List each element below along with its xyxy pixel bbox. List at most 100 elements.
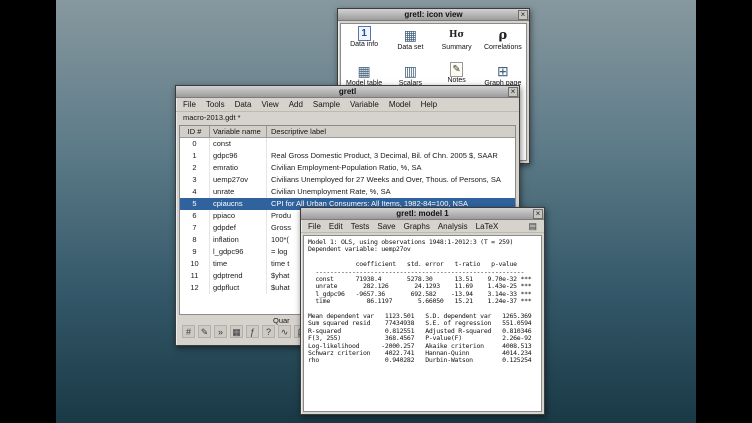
cell-name: gdptrend <box>210 270 267 282</box>
toolbar-help-icon[interactable]: ? <box>262 325 275 338</box>
model-window-title: gretl: model 1 <box>396 208 448 219</box>
menu-data[interactable]: Data <box>235 100 252 109</box>
menu-variable[interactable]: Variable <box>350 100 379 109</box>
model-menu-tests[interactable]: Tests <box>351 222 370 231</box>
screen: gretl: icon view × 1 Data info ▦ Data se… <box>0 0 752 423</box>
icon-item-data-set[interactable]: ▦ Data set <box>387 26 433 56</box>
model-menu-analysis[interactable]: Analysis <box>438 222 468 231</box>
menu-model[interactable]: Model <box>389 100 411 109</box>
cell-id: 9 <box>180 246 210 258</box>
cell-id: 4 <box>180 186 210 198</box>
close-icon[interactable]: × <box>533 209 543 219</box>
model-menubar: File Edit Tests Save Graphs Analysis LaT… <box>301 220 544 233</box>
model-window: gretl: model 1 × File Edit Tests Save Gr… <box>300 207 545 415</box>
icon-label: Data set <box>397 44 423 52</box>
toolbar-function-packages-icon[interactable]: ƒ <box>246 325 259 338</box>
icon-item-summary[interactable]: Hσ Summary <box>434 26 480 56</box>
variable-table-header: ID # Variable name Descriptive label <box>180 126 515 138</box>
cell-id: 10 <box>180 258 210 270</box>
cell-label: Civilian Employment-Population Ratio, %,… <box>267 162 515 174</box>
icon-label: Data info <box>350 41 378 49</box>
icon-view-titlebar[interactable]: gretl: icon view × <box>338 9 529 21</box>
menu-sample[interactable]: Sample <box>313 100 340 109</box>
cell-name: gdpfluct <box>210 282 267 294</box>
data-info-icon: 1 <box>358 26 371 41</box>
cell-name: uemp27ov <box>210 174 267 186</box>
model-output-line: rho 0.940282 Durbin-Watson 0.125254 <box>308 357 537 364</box>
model-menu-graphs[interactable]: Graphs <box>404 222 430 231</box>
cell-label <box>267 138 515 150</box>
toolbar-new-script-icon[interactable]: ✎ <box>198 325 211 338</box>
header-id: ID # <box>180 126 210 137</box>
icon-item-data-info[interactable]: 1 Data info <box>341 26 387 56</box>
graph-page-icon: ⊞ <box>497 62 509 80</box>
cell-id: 8 <box>180 234 210 246</box>
data-set-icon: ▦ <box>404 26 417 44</box>
cell-id: 12 <box>180 282 210 294</box>
main-titlebar[interactable]: gretl × <box>176 86 519 98</box>
notes-icon: ✎ <box>450 62 463 77</box>
header-variable-name: Variable name <box>210 126 267 137</box>
model-menu-latex[interactable]: LaTeX <box>476 222 499 231</box>
icon-label: Notes <box>447 77 465 85</box>
cell-label: Civilian Unemployment Rate, %, SA <box>267 186 515 198</box>
menu-help[interactable]: Help <box>421 100 437 109</box>
cell-name: unrate <box>210 186 267 198</box>
header-descriptive-label: Descriptive label <box>267 126 515 137</box>
table-row[interactable]: 0 const <box>180 138 515 150</box>
menu-tools[interactable]: Tools <box>206 100 225 109</box>
main-window-title: gretl <box>339 86 356 97</box>
scalars-icon: ▥ <box>404 62 417 80</box>
toolbar-console-icon[interactable]: » <box>214 325 227 338</box>
table-row[interactable]: 4 unrate Civilian Unemployment Rate, %, … <box>180 186 515 198</box>
cell-name: time <box>210 258 267 270</box>
cell-id: 2 <box>180 162 210 174</box>
model-table-icon: ▦ <box>358 62 371 80</box>
dataset-filename-label: macro-2013.gdt * <box>176 112 519 124</box>
cell-name: inflation <box>210 234 267 246</box>
cell-name: l_gdpc96 <box>210 246 267 258</box>
icon-label: Correlations <box>484 44 522 52</box>
close-icon[interactable]: × <box>518 10 528 20</box>
model-output: Model 1: OLS, using observations 1948:1-… <box>303 235 542 412</box>
cell-name: emratio <box>210 162 267 174</box>
icon-item-correlations[interactable]: ρ Correlations <box>480 26 526 56</box>
cell-id: 6 <box>180 210 210 222</box>
close-icon[interactable]: × <box>508 87 518 97</box>
cell-name: ppiaco <box>210 210 267 222</box>
model-menu-file[interactable]: File <box>308 222 321 231</box>
cell-name: const <box>210 138 267 150</box>
cell-id: 3 <box>180 174 210 186</box>
model-menu-save[interactable]: Save <box>377 222 395 231</box>
toolbar-graph-icon[interactable]: ∿ <box>278 325 291 338</box>
cell-id: 11 <box>180 270 210 282</box>
model-output-line: time 86.1197 5.66050 15.21 1.24e-37 *** <box>308 298 537 305</box>
icon-label: Summary <box>442 44 472 52</box>
cell-id: 1 <box>180 150 210 162</box>
cell-id: 5 <box>180 198 210 210</box>
toolbar-icon-view-icon[interactable]: ▦ <box>230 325 243 338</box>
table-row[interactable]: 3 uemp27ov Civilians Unemployed for 27 W… <box>180 174 515 186</box>
cell-name: gdpc96 <box>210 150 267 162</box>
summary-icon: Hσ <box>449 26 464 44</box>
menu-add[interactable]: Add <box>289 100 303 109</box>
table-row[interactable]: 2 emratio Civilian Employment-Population… <box>180 162 515 174</box>
model-titlebar[interactable]: gretl: model 1 × <box>301 208 544 220</box>
main-menubar: File Tools Data View Add Sample Variable… <box>176 98 519 112</box>
cell-name: gdpdef <box>210 222 267 234</box>
menu-file[interactable]: File <box>183 100 196 109</box>
table-row[interactable]: 1 gdpc96 Real Gross Domestic Product, 3 … <box>180 150 515 162</box>
model-menu-edit[interactable]: Edit <box>329 222 343 231</box>
icon-view-window-title: gretl: icon view <box>404 9 462 20</box>
model-output-line: Dependent variable: uemp27ov <box>308 246 537 253</box>
status-text: Quar <box>273 316 290 325</box>
menu-view[interactable]: View <box>261 100 278 109</box>
cell-id: 0 <box>180 138 210 150</box>
toolbar-calculator-icon[interactable]: # <box>182 325 195 338</box>
document-icon[interactable]: ▤ <box>528 221 537 232</box>
cell-id: 7 <box>180 222 210 234</box>
correlations-icon: ρ <box>499 26 508 44</box>
cell-label: Civilians Unemployed for 27 Weeks and Ov… <box>267 174 515 186</box>
cell-name: cpiaucns <box>210 198 267 210</box>
cell-label: Real Gross Domestic Product, 3 Decimal, … <box>267 150 515 162</box>
